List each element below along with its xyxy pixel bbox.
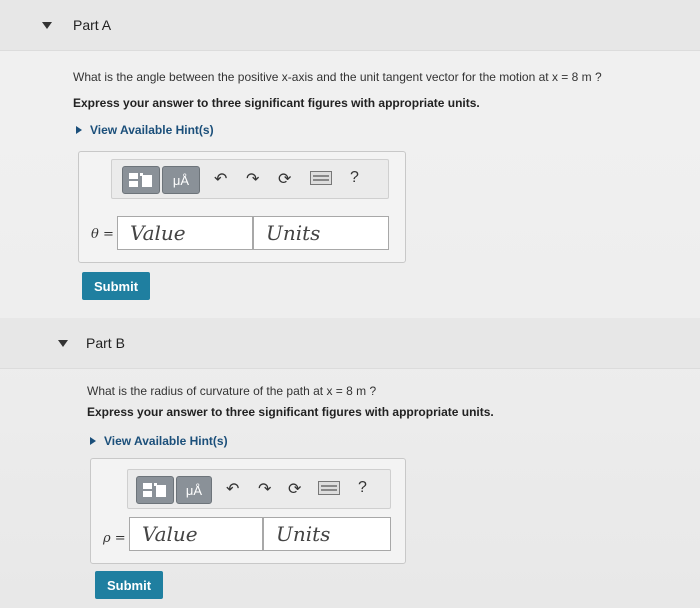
units-button[interactable]: μÅ	[176, 476, 212, 504]
undo-icon[interactable]: ↶	[226, 479, 239, 499]
part-a-title: Part A	[73, 17, 112, 33]
units-button[interactable]: μÅ	[162, 166, 200, 194]
undo-icon[interactable]: ↶	[214, 169, 227, 189]
part-b-question: What is the radius of curvature of the p…	[87, 384, 377, 398]
reset-icon[interactable]: ⟳	[278, 169, 291, 189]
units-input[interactable]: Units	[263, 517, 391, 551]
part-b-instruction: Express your answer to three significant…	[87, 405, 494, 419]
templates-icon	[129, 173, 152, 187]
help-icon[interactable]: ?	[350, 169, 359, 187]
math-toolbar: μÅ ↶ ↷ ⟳ ?	[111, 159, 389, 199]
part-a-instruction: Express your answer to three significant…	[73, 96, 480, 110]
part-a-question: What is the angle between the positive x…	[73, 70, 602, 84]
collapse-caret-icon[interactable]	[42, 22, 52, 29]
value-input[interactable]: Value	[117, 216, 253, 250]
expand-triangle-icon	[90, 437, 96, 445]
units-input[interactable]: Units	[253, 216, 389, 250]
collapse-caret-icon[interactable]	[58, 340, 68, 347]
part-a-answer-box: μÅ ↶ ↷ ⟳ ? θ = Value Units	[78, 151, 406, 263]
help-icon[interactable]: ?	[358, 479, 367, 497]
part-a-submit-button[interactable]: Submit	[82, 272, 151, 300]
part-b-header[interactable]: Part B	[0, 318, 700, 369]
keyboard-icon[interactable]	[310, 171, 332, 190]
expand-triangle-icon	[76, 126, 82, 134]
part-b-title: Part B	[86, 335, 125, 351]
templates-button[interactable]	[136, 476, 174, 504]
templates-icon	[143, 483, 166, 497]
keyboard-icon[interactable]	[318, 481, 340, 500]
problem-panel: Part A What is the angle between the pos…	[0, 0, 700, 608]
math-toolbar: μÅ ↶ ↷ ⟳ ?	[127, 469, 391, 509]
redo-icon[interactable]: ↷	[246, 169, 259, 189]
part-a-header[interactable]: Part A	[0, 0, 700, 51]
redo-icon[interactable]: ↷	[258, 479, 271, 499]
reset-icon[interactable]: ⟳	[288, 479, 301, 499]
templates-button[interactable]	[122, 166, 160, 194]
theta-label: θ =	[91, 227, 114, 242]
hint-label: View Available Hint(s)	[104, 434, 228, 448]
part-b-submit-button[interactable]: Submit	[95, 571, 164, 599]
rho-label: ρ =	[103, 531, 126, 546]
hint-label: View Available Hint(s)	[90, 123, 214, 137]
part-b-answer-box: μÅ ↶ ↷ ⟳ ? ρ = Value Units	[90, 458, 406, 564]
part-b-hint-toggle[interactable]: View Available Hint(s)	[90, 434, 228, 448]
value-input[interactable]: Value	[129, 517, 263, 551]
part-a-hint-toggle[interactable]: View Available Hint(s)	[76, 123, 214, 137]
